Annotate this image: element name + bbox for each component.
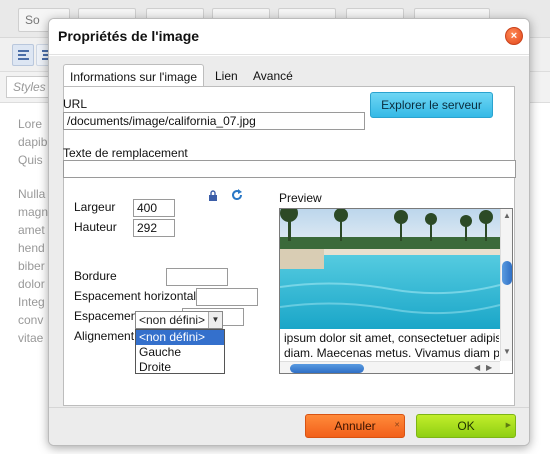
width-label: Largeur	[74, 200, 116, 214]
dropdown-option[interactable]: Gauche	[136, 345, 224, 360]
content-line: Nulla	[18, 187, 46, 201]
chevron-down-icon[interactable]: ▼	[208, 312, 222, 328]
scroll-left-icon[interactable]: ◀	[474, 363, 480, 373]
border-input[interactable]	[166, 268, 228, 286]
alignment-label: Alignement	[74, 329, 135, 343]
dropdown-option[interactable]: <non défini>	[136, 330, 224, 345]
horizontal-scroll-thumb[interactable]	[290, 364, 364, 373]
content-line: vitae	[18, 331, 44, 345]
align-left-icon[interactable]	[12, 44, 34, 66]
alignment-select[interactable]: <non défini> ▼	[135, 311, 223, 329]
tab-advanced[interactable]: Avancé	[247, 64, 299, 86]
preview-label: Preview	[279, 191, 322, 205]
content-line: amet	[18, 223, 45, 237]
close-button[interactable]: ×	[505, 27, 523, 45]
content-line: Quis	[18, 153, 43, 167]
content-line: biber	[18, 259, 45, 273]
preview-text: ipsum dolor sit amet, consectetuer adipi…	[284, 331, 499, 361]
preview-text-line: ipsum dolor sit amet, consectetuer adipi…	[284, 331, 499, 345]
tab-link[interactable]: Lien	[209, 64, 244, 86]
cancel-button-label: Annuler	[334, 419, 376, 433]
dropdown-option[interactable]: Droite	[136, 360, 224, 375]
preview-image	[280, 209, 500, 329]
scroll-up-icon[interactable]: ▲	[503, 211, 511, 221]
content-line: dapib	[18, 135, 48, 149]
tab-image-info[interactable]: Informations sur l'image	[63, 64, 205, 87]
url-input[interactable]: /documents/image/california_07.jpg	[63, 112, 365, 130]
reset-size-icon[interactable]	[231, 189, 243, 201]
arrow-right-icon: ▶	[505, 422, 511, 429]
dialog-titlebar[interactable]: Propriétés de l'image ×	[49, 19, 529, 55]
image-properties-dialog: Propriétés de l'image × Informations sur…	[48, 18, 530, 446]
content-line: conv	[18, 313, 44, 327]
border-label: Bordure	[74, 269, 117, 283]
preview-box: ipsum dolor sit amet, consectetuer adipi…	[279, 208, 513, 374]
ok-button-label: OK	[457, 419, 475, 433]
content-line: magn	[18, 205, 49, 219]
vertical-scrollbar[interactable]: ▲ ▼	[500, 209, 512, 361]
height-input[interactable]: 292	[133, 219, 175, 237]
alignment-selected-value: <non défini>	[139, 313, 206, 327]
hspace-label: Espacement horizontal	[74, 289, 197, 303]
preview-text-line: diam. Maecenas metus. Vivamus diam p	[284, 346, 499, 360]
content-line: dolor	[18, 277, 45, 291]
hspace-input[interactable]	[196, 288, 258, 306]
lock-ratio-icon[interactable]	[207, 190, 219, 202]
close-icon: ✕	[394, 422, 400, 429]
alt-text-label: Texte de remplacement	[63, 146, 188, 160]
dialog-title: Propriétés de l'image	[58, 28, 200, 44]
height-label: Hauteur	[74, 220, 117, 234]
browse-server-button[interactable]: Explorer le serveur	[370, 92, 493, 118]
content-line: Lore	[18, 117, 43, 131]
scroll-right-icon[interactable]: ▶	[486, 363, 492, 373]
vertical-scroll-thumb[interactable]	[502, 261, 512, 285]
close-icon: ×	[510, 30, 518, 42]
alt-text-input[interactable]	[63, 160, 516, 178]
scroll-down-icon[interactable]: ▼	[503, 347, 511, 357]
alignment-dropdown: <non défini> Gauche Droite	[135, 329, 225, 374]
dialog-footer: Annuler ✕ OK ▶	[49, 407, 529, 445]
horizontal-scrollbar[interactable]: ◀ ▶	[280, 361, 500, 373]
url-label: URL	[63, 97, 88, 111]
content-line: Integ	[18, 295, 45, 309]
cancel-button[interactable]: Annuler ✕	[305, 414, 405, 438]
content-line: hend	[18, 241, 45, 255]
ok-button[interactable]: OK ▶	[416, 414, 516, 438]
styles-combo[interactable]: Styles	[6, 76, 54, 98]
width-input[interactable]: 400	[133, 199, 175, 217]
